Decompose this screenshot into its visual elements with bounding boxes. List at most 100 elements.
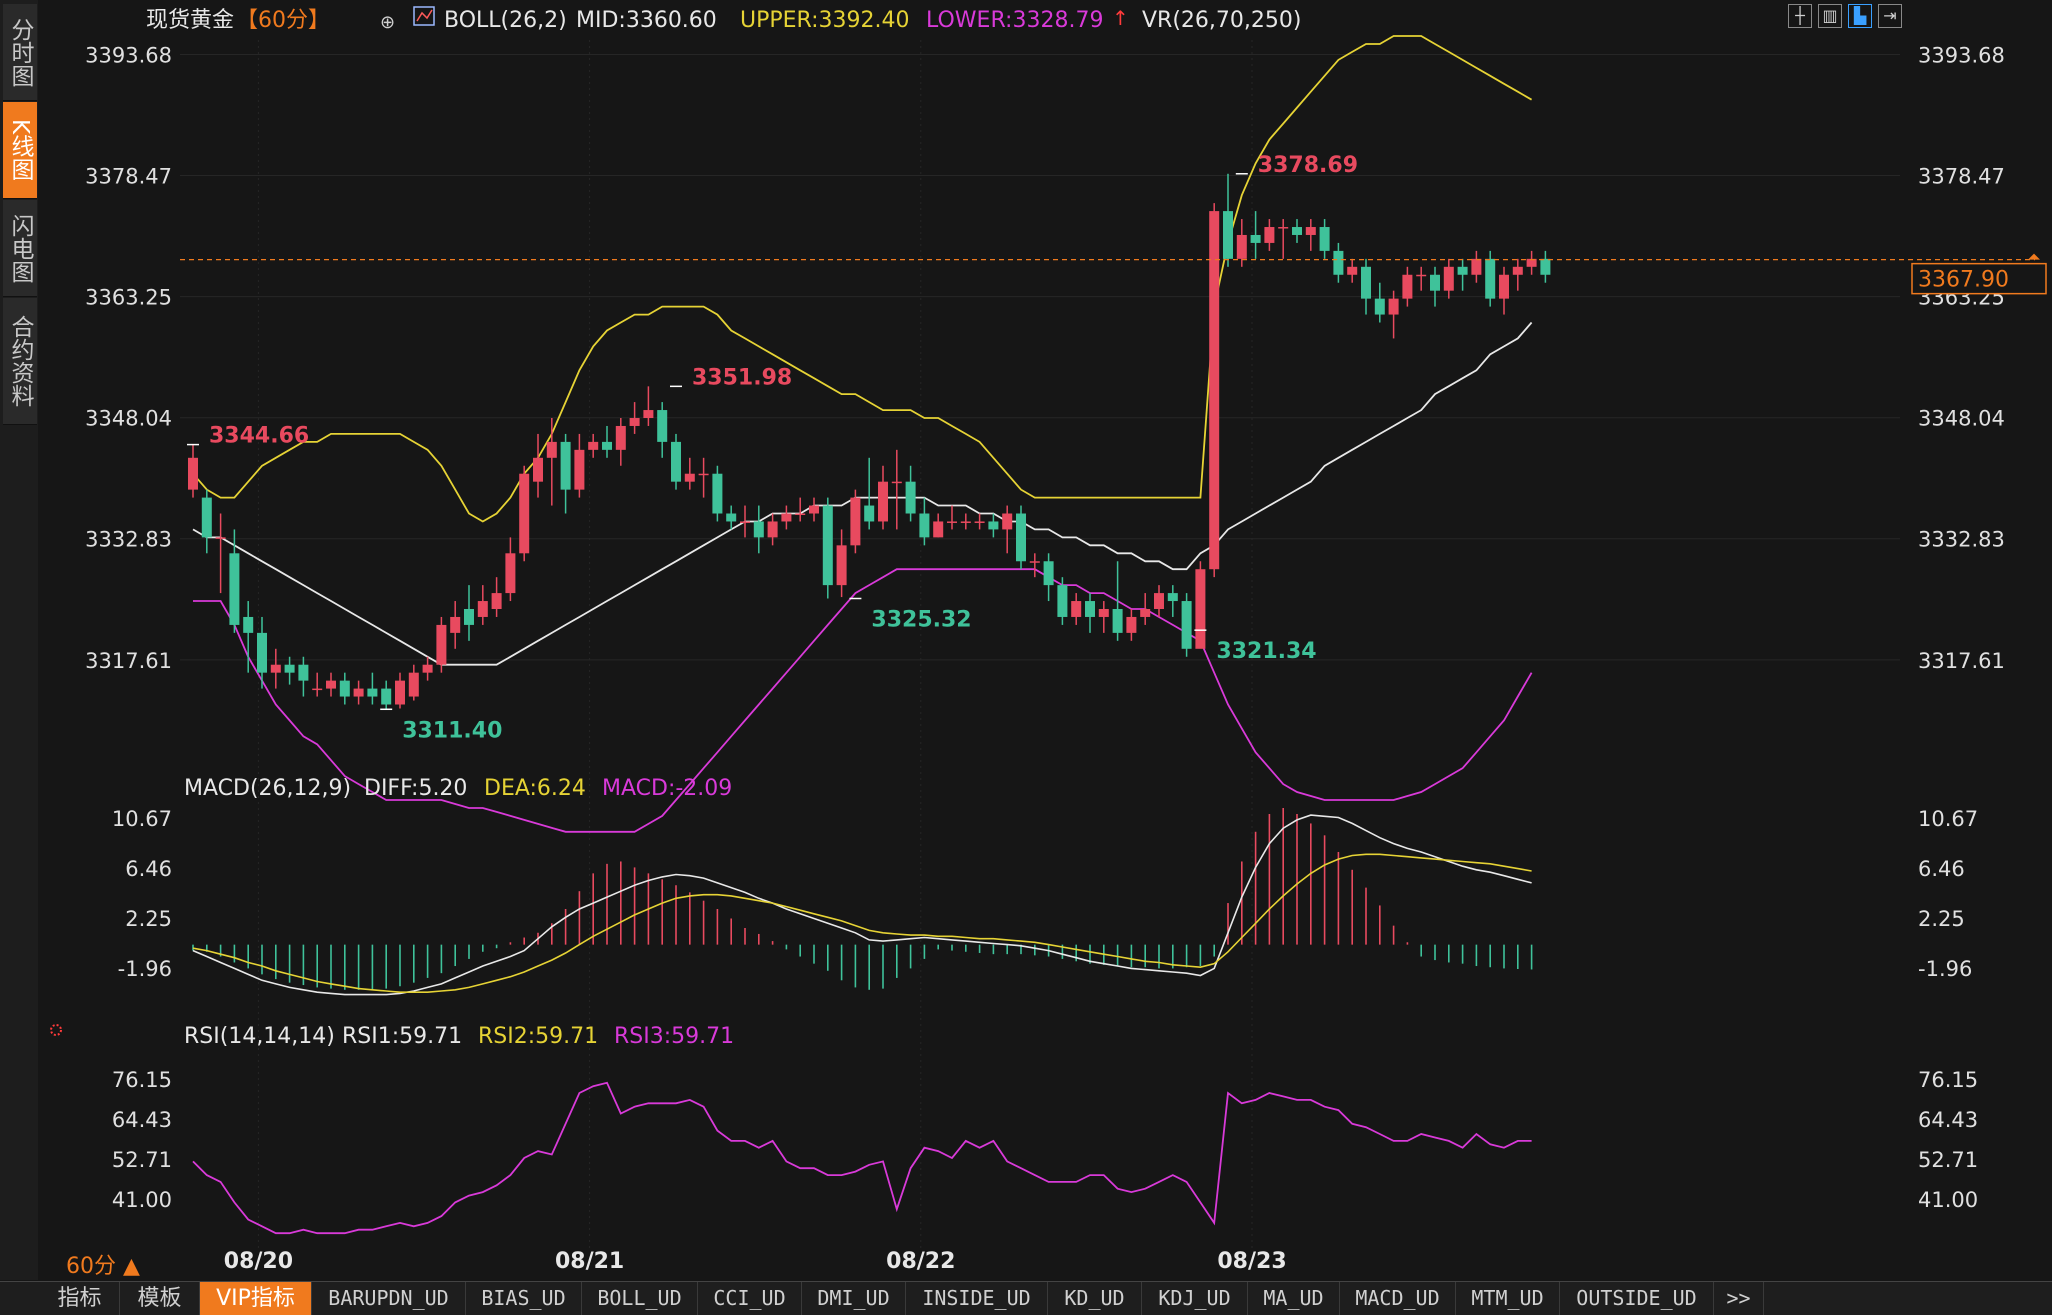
candle-body — [1361, 266, 1371, 299]
candle-body — [574, 449, 585, 490]
boll-mid-line — [192, 321, 1533, 666]
macd-dea-line — [192, 853, 1532, 994]
rsi-tick-right: 52.71 — [1918, 1148, 1978, 1172]
period-selector[interactable]: 60分 ▲ — [66, 1248, 140, 1280]
candle-body — [1209, 211, 1220, 570]
crosshair-icon[interactable]: ┼ — [1788, 4, 1812, 28]
macd-tick-left: 6.46 — [125, 857, 172, 881]
candle-body — [1471, 258, 1482, 275]
candle-body — [1057, 585, 1068, 617]
candle-body — [284, 664, 295, 673]
macd-tick-left: 2.25 — [125, 907, 172, 931]
candle-body — [809, 505, 819, 514]
candle-body — [726, 513, 737, 522]
candle-body — [201, 497, 212, 538]
candle-body — [436, 624, 447, 665]
price-tick-left: 3317.61 — [85, 649, 172, 673]
candle-body — [974, 521, 985, 523]
tab-cci-ud[interactable]: CCI_UD — [698, 1282, 802, 1315]
candle-body — [1154, 593, 1164, 610]
candle-body — [698, 473, 709, 476]
macd-panel: 10.67 10.67 6.46 6.46 2.25 2.25 -1.96 -1.96 — [112, 807, 1978, 996]
more-tabs-button[interactable]: >> — [1714, 1282, 1764, 1315]
candle-body — [1181, 601, 1192, 649]
candle-body — [1430, 274, 1440, 291]
candle-body — [1140, 609, 1151, 617]
current-price-value: 3367.90 — [1918, 268, 2009, 293]
price-tick-right: 3378.47 — [1918, 165, 2005, 189]
candle-body — [933, 521, 944, 538]
rsi-line — [192, 1081, 1532, 1235]
tab-kd-ud[interactable]: KD_UD — [1048, 1282, 1142, 1315]
candle-body — [546, 441, 557, 458]
settings-icon[interactable]: ⊕ — [380, 12, 395, 33]
price-annotations: 3344.66 3311.40 3351.98 3325.32 3321.34 3378.… — [187, 153, 1358, 743]
candle-body — [1499, 274, 1509, 299]
candle-body — [864, 505, 875, 522]
vr-label: VR(26,70,250) — [1142, 8, 1301, 33]
x-tick-label: 08/20 — [224, 1249, 293, 1274]
price-tick-right: 3332.83 — [1918, 528, 2005, 552]
candle-body — [878, 481, 888, 522]
chart-active-icon[interactable]: ▙ — [1848, 4, 1872, 28]
candle-body — [326, 680, 336, 689]
candle-body — [408, 672, 419, 697]
candle-body — [1374, 298, 1385, 315]
tab-template[interactable]: 模板 — [120, 1282, 200, 1315]
candle-body — [1416, 274, 1427, 277]
candle-body — [657, 410, 668, 442]
price-tick-left: 3348.04 — [85, 407, 172, 431]
macd-dea: DEA:6.24 — [484, 776, 586, 801]
candle-body — [381, 688, 392, 705]
price-annotation: 3321.34 — [1216, 639, 1316, 664]
candle-body — [905, 481, 916, 514]
candle-body — [1347, 266, 1358, 275]
candle-body — [560, 441, 571, 490]
price-tick-left: 3363.25 — [85, 286, 172, 310]
candle-body — [781, 513, 792, 522]
candle-body — [215, 537, 226, 539]
tab-inside-ud[interactable]: INSIDE_UD — [906, 1282, 1048, 1315]
kline-chart[interactable]: 现货黄金 【60分】 ⊕ BOLL(26,2) MID:3360.60 UPPE… — [0, 0, 2052, 1280]
candle-body — [850, 497, 861, 546]
next-icon[interactable]: ⇥ — [1878, 4, 1902, 28]
tab-outside-ud[interactable]: OUTSIDE_UD — [1560, 1282, 1714, 1315]
macd-value: MACD:-2.09 — [602, 776, 732, 801]
tab-boll-ud[interactable]: BOLL_UD — [582, 1282, 698, 1315]
rsi-tick-left: 64.43 — [112, 1108, 172, 1132]
boll-mid: MID:3360.60 — [576, 8, 717, 33]
tab-mtm-ud[interactable]: MTM_UD — [1456, 1282, 1560, 1315]
candle-body — [588, 441, 599, 450]
macd-tick-left: 10.67 — [112, 807, 172, 831]
tab-vip-indicator[interactable]: VIP指标 — [200, 1282, 312, 1315]
price-annotation: 3378.69 — [1258, 153, 1358, 178]
rsi-tick-left: 52.71 — [112, 1148, 172, 1172]
candle-body — [243, 616, 254, 633]
candle-body — [450, 616, 461, 633]
tab-indicator[interactable]: 指标 — [40, 1282, 120, 1315]
boll-lower: LOWER:3328.79 — [926, 8, 1103, 33]
current-price-line: 3367.90 — [180, 253, 2047, 295]
candle-body — [960, 521, 971, 523]
tab-barupdn-ud[interactable]: BARUPDN_UD — [312, 1282, 466, 1315]
rsi-tick-left: 41.00 — [112, 1188, 172, 1212]
tab-dmi-ud[interactable]: DMI_UD — [802, 1282, 906, 1315]
tab-macd-ud[interactable]: MACD_UD — [1340, 1282, 1456, 1315]
candle-body — [270, 664, 281, 673]
candle-body — [491, 593, 502, 610]
chart-layout-icon[interactable]: ▥ — [1818, 4, 1842, 28]
candle-body — [519, 473, 530, 554]
candle-body — [464, 609, 474, 625]
candle-body — [257, 632, 267, 673]
tab-bias-ud[interactable]: BIAS_UD — [466, 1282, 582, 1315]
price-tick-right: 3317.61 — [1918, 649, 2005, 673]
candle-body — [795, 513, 806, 516]
candle-body — [422, 664, 433, 673]
price-tick-left: 3332.83 — [85, 528, 172, 552]
tab-kdj-ud[interactable]: KDJ_UD — [1142, 1282, 1248, 1315]
candle-body — [1126, 616, 1137, 633]
tab-ma-ud[interactable]: MA_UD — [1248, 1282, 1340, 1315]
macd-tick-right: 10.67 — [1918, 807, 1978, 831]
candle-body — [1443, 266, 1454, 291]
x-tick-label: 08/22 — [886, 1249, 955, 1274]
